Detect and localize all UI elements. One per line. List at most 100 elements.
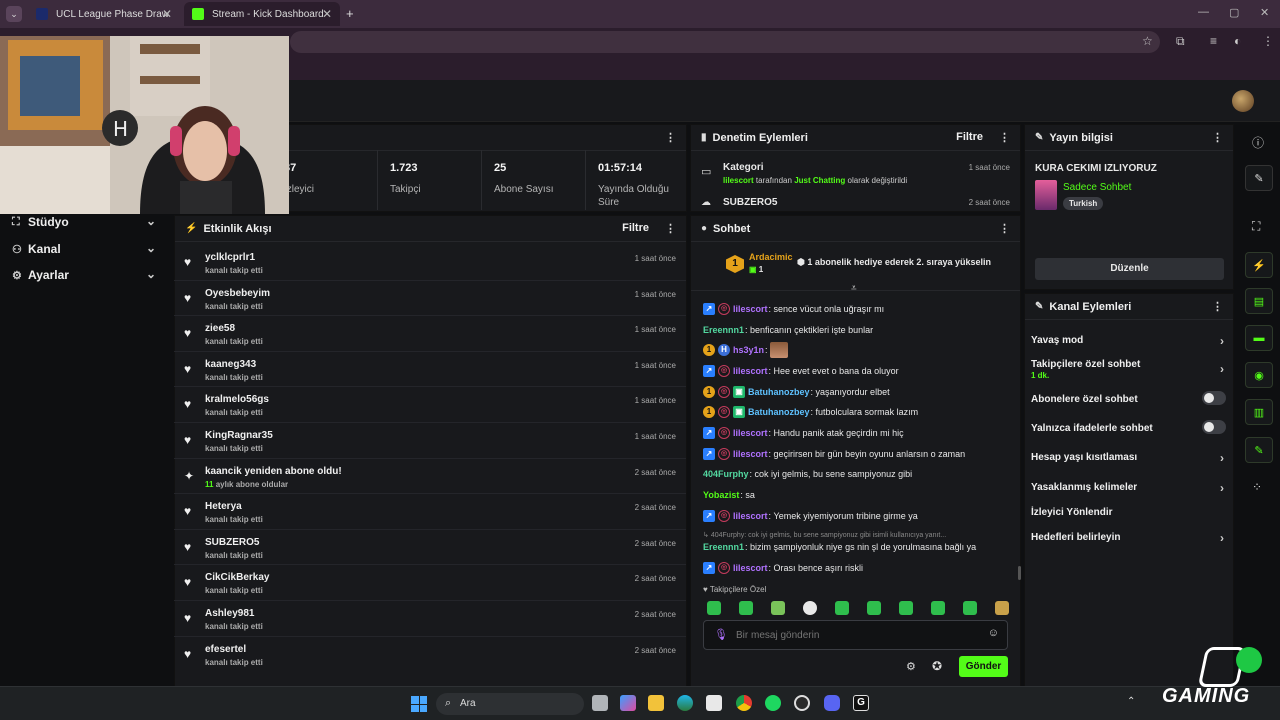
- chat-message[interactable]: Yobazist: sa: [703, 488, 755, 502]
- emote-icon[interactable]: [931, 601, 945, 615]
- chat-username[interactable]: lilescort: [733, 449, 768, 459]
- store-icon[interactable]: [706, 695, 722, 711]
- chat-message[interactable]: 1 ◎ ▣ Batuhanozbey: yaşanıyordur elbet: [703, 385, 890, 399]
- browser-tab-ucl[interactable]: UCL League Phase Draw ✕: [28, 2, 180, 26]
- chat-message[interactable]: ↗ ◎ lilescort: Handu panik atak geçirdin m…: [703, 426, 904, 440]
- list-item[interactable]: ♥ efesertel kanalı takip etti 2 saat önce: [174, 637, 686, 673]
- chat-username[interactable]: lilescort: [733, 511, 768, 521]
- scroll-down-icon[interactable]: ⩡: [851, 283, 857, 294]
- list-item[interactable]: ♥ CikCikBerkay kanalı takip etti 2 saat önc…: [174, 565, 686, 601]
- extensions-icon[interactable]: ⧉: [1176, 34, 1185, 49]
- chat-message[interactable]: ↗ ◎ lilescort: Yemek yiyemiyorum tribine g…: [703, 509, 918, 523]
- pinned-user[interactable]: Ardacimic: [749, 252, 793, 262]
- chat-username[interactable]: 404Furphy: [703, 469, 749, 479]
- emote-icon[interactable]: [995, 601, 1009, 615]
- subs-chat-row[interactable]: Abonelere özel sohbet: [1031, 391, 1226, 405]
- emote-icon[interactable]: [867, 601, 881, 615]
- chat-message[interactable]: ↗ ◎ lilescort: sence vücut onla uğraşır mı: [703, 302, 884, 316]
- list-item[interactable]: ♥ Ashley981 kanalı takip etti 2 saat önce: [174, 601, 686, 637]
- discord-icon[interactable]: [824, 695, 840, 711]
- list-item[interactable]: ♥ ziee58 kanalı takip etti 1 saat önce: [174, 316, 686, 352]
- notes-rail-button[interactable]: ▤: [1245, 288, 1273, 314]
- age-restriction-row[interactable]: Hesap yaşı kısıtlaması ›: [1031, 451, 1226, 465]
- wrench-rail-button[interactable]: ✎: [1245, 437, 1273, 463]
- menu-icon[interactable]: ⋮: [1262, 34, 1274, 48]
- chat-username[interactable]: Batuhanozbey: [748, 407, 810, 417]
- windows-start-icon[interactable]: [411, 696, 427, 712]
- chat-username[interactable]: lilescort: [733, 366, 768, 376]
- copilot-icon[interactable]: [620, 695, 636, 711]
- mod-user[interactable]: lilescort: [723, 176, 754, 185]
- more-icon[interactable]: ⋮: [665, 222, 676, 235]
- chat-message[interactable]: 1 ◎ ▣ Batuhanozbey: futbolculara sormak laz…: [703, 405, 918, 419]
- chat-username[interactable]: Ereennn1: [703, 542, 744, 552]
- edit-rail-button[interactable]: ✎: [1245, 165, 1273, 191]
- list-item[interactable]: ♥ KingRagnar35 kanalı takip etti 1 saat önc…: [174, 423, 686, 459]
- category-name[interactable]: Sadece Sohbet: [1063, 182, 1131, 193]
- emote-icon[interactable]: [963, 601, 977, 615]
- url-field[interactable]: [290, 31, 1160, 53]
- sidebar-item-settings[interactable]: ⚙ Ayarlar ⌄: [12, 265, 162, 285]
- chat-message[interactable]: 404Furphy: cok iyi gelmis, bu sene sampi…: [703, 467, 912, 481]
- redirect-viewers-row[interactable]: İzleyici Yönlendir: [1031, 507, 1226, 518]
- info-icon[interactable]: ⓘ: [1252, 134, 1264, 151]
- profile-icon[interactable]: ◐: [1234, 34, 1241, 48]
- set-goals-row[interactable]: Hedefleri belirleyin ›: [1031, 531, 1226, 545]
- chat-input-box[interactable]: 🎙 ☺: [703, 620, 1008, 650]
- chat-message[interactable]: ↗ ◎ lilescort: geçirirsen bir gün beyin oy…: [703, 447, 965, 461]
- spotify-icon[interactable]: [765, 695, 781, 711]
- avatar[interactable]: [1232, 90, 1254, 112]
- list-item[interactable]: ♥ yclklcprlr1 kanalı takip etti 1 saat önce: [174, 245, 686, 281]
- close-icon[interactable]: ✕: [322, 7, 332, 21]
- chat-message[interactable]: 1 Hhs3y1n:: [703, 342, 789, 358]
- media-icon[interactable]: ≡: [1210, 34, 1217, 48]
- mod-category[interactable]: Just Chatting: [794, 176, 845, 185]
- chat-username[interactable]: Ereennn1: [703, 325, 744, 335]
- more-icon[interactable]: ⋮: [999, 131, 1010, 144]
- send-button[interactable]: Gönder: [959, 656, 1008, 677]
- chat-settings-icon[interactable]: ⚙: [906, 660, 916, 673]
- microphone-icon[interactable]: 🎙: [714, 628, 728, 641]
- more-icon[interactable]: ⋮: [665, 131, 676, 144]
- taskbar-search[interactable]: ⌕ Ara: [436, 693, 584, 715]
- maximize-icon[interactable]: ▢: [1229, 6, 1239, 19]
- chat-username[interactable]: lilescort: [733, 428, 768, 438]
- chat-scrollbar[interactable]: [1018, 566, 1021, 580]
- sidebar-item-studio[interactable]: ⛶ Stüdyo ⌄: [12, 212, 162, 232]
- emote-chat-row[interactable]: Yalnızca ifadelerle sohbet: [1031, 420, 1226, 434]
- banned-words-row[interactable]: Yasaklanmış kelimeler ›: [1031, 481, 1226, 495]
- file-explorer-icon[interactable]: [648, 695, 664, 711]
- obs-icon[interactable]: [794, 695, 810, 711]
- browser-tab-kick[interactable]: Stream - Kick Dashboard ✕: [184, 2, 340, 26]
- filter-button[interactable]: Filtre: [622, 222, 649, 235]
- new-tab-button[interactable]: +: [346, 6, 354, 21]
- star-icon[interactable]: ☆: [1142, 34, 1153, 48]
- chat-message[interactable]: ↗ ◎ lilescort: Orası bence aşırı riskli: [703, 561, 863, 575]
- close-window-icon[interactable]: ✕: [1260, 6, 1269, 19]
- layout-rail-button[interactable]: ▥: [1245, 399, 1273, 425]
- chat-username[interactable]: Batuhanozbey: [748, 387, 810, 397]
- list-item[interactable]: ✦ kaancik yeniden abone oldu! 11 aylık abo…: [174, 459, 686, 495]
- list-item[interactable]: ♥ kaaneg343 kanalı takip etti 1 saat önce: [174, 352, 686, 388]
- more-icon[interactable]: ⋮: [999, 222, 1010, 235]
- tab-list-button[interactable]: ⌄: [6, 6, 22, 22]
- close-icon[interactable]: ✕: [162, 7, 172, 21]
- task-view-icon[interactable]: [592, 695, 608, 711]
- lightning-rail-button[interactable]: ⚡: [1245, 252, 1273, 278]
- chrome-icon[interactable]: [736, 695, 752, 711]
- list-item[interactable]: ♥ Oyesbebeyim kanalı takip etti 1 saat önce: [174, 281, 686, 317]
- emote-icon[interactable]: [803, 601, 817, 615]
- chat-message[interactable]: Ereennn1: benficanın çektikleri işte bun…: [703, 323, 873, 337]
- filter-button[interactable]: Filtre: [956, 131, 983, 144]
- chat-username[interactable]: lilescort: [733, 304, 768, 314]
- emoji-icon[interactable]: ☺: [988, 627, 999, 639]
- emote-icon[interactable]: [739, 601, 753, 615]
- emote-chat-toggle[interactable]: [1202, 420, 1226, 434]
- followers-chat-row[interactable]: Takipçilere özel sohbet 1 dk. ›: [1031, 359, 1226, 380]
- emote-icon[interactable]: [771, 601, 785, 615]
- list-item[interactable]: ♥ SUBZERO5 kanalı takip etti 2 saat önce: [174, 530, 686, 566]
- slow-mode-row[interactable]: Yavaş mod ›: [1031, 334, 1226, 348]
- emote-icon[interactable]: [835, 601, 849, 615]
- apps-icon[interactable]: ⁘: [1252, 480, 1262, 494]
- list-item[interactable]: ♥ kralmelo56gs kanalı takip etti 1 saat önc…: [174, 387, 686, 423]
